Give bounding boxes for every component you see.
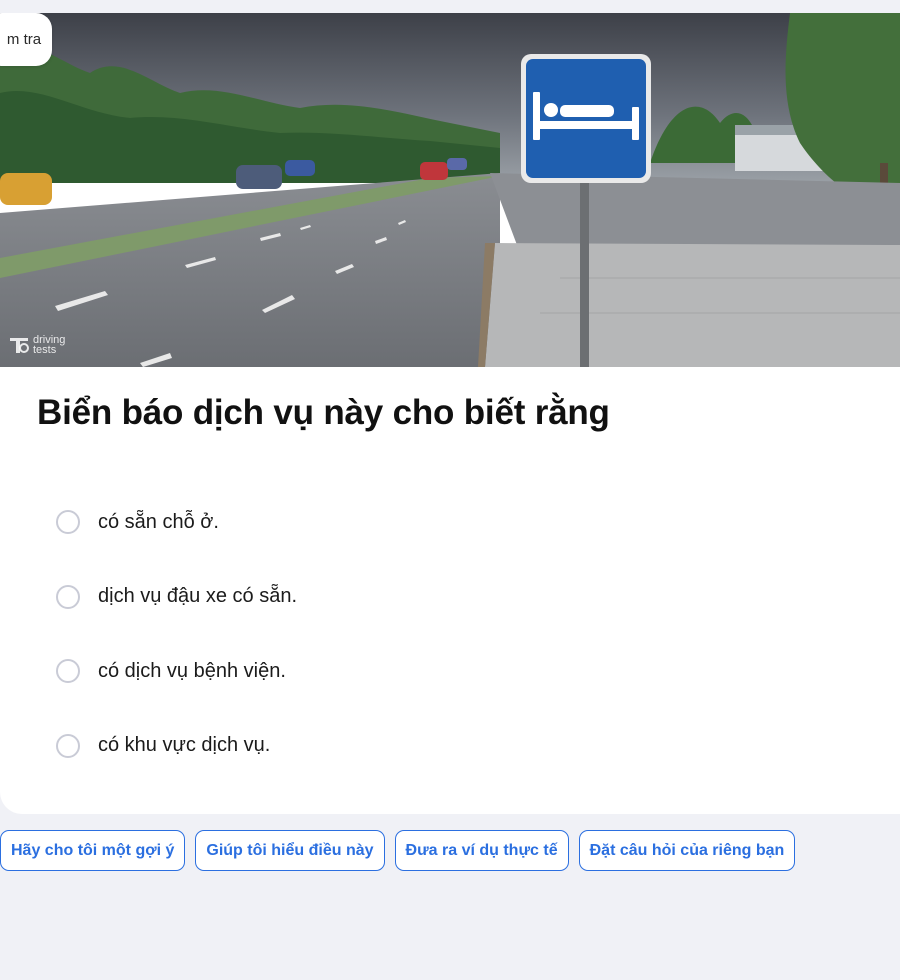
ask-own-question-button[interactable]: Đặt câu hỏi của riêng bạn	[578, 830, 796, 871]
question-image	[0, 13, 900, 367]
section-badge[interactable]: m tra	[0, 13, 52, 66]
real-example-button[interactable]: Đưa ra ví dụ thực tế	[394, 830, 569, 871]
hint-button[interactable]: Hãy cho tôi một gợi ý	[0, 830, 186, 871]
answer-option[interactable]: có dịch vụ bệnh viện.	[56, 655, 297, 687]
question-title: Biển báo dịch vụ này cho biết rằng	[37, 393, 610, 432]
explain-button[interactable]: Giúp tôi hiểu điều này	[195, 830, 385, 871]
radio-button[interactable]	[56, 510, 80, 534]
logo-line-2: tests	[33, 344, 57, 356]
answer-option-label: có sẵn chỗ ở.	[98, 510, 219, 533]
radio-button[interactable]	[56, 733, 80, 758]
answer-option[interactable]: có sẵn chỗ ở.	[56, 506, 297, 538]
answer-options: có sẵn chỗ ở. dịch vụ đậu xe có sẵn. có …	[56, 506, 297, 804]
suggestion-chips: Hãy cho tôi một gợi ý Giúp tôi hiểu điều…	[0, 830, 796, 871]
answer-option[interactable]: có khu vực dịch vụ.	[56, 730, 297, 762]
radio-button[interactable]	[56, 584, 80, 609]
logo-icon	[10, 338, 29, 353]
radio-button[interactable]	[56, 659, 80, 683]
answer-option-label: dịch vụ đậu xe có sẵn.	[98, 585, 298, 607]
answer-option-label: có dịch vụ bệnh viện.	[98, 659, 286, 682]
driving-tests-logo: driving tests	[8, 335, 73, 356]
answer-option-label: có khu vực dịch vụ.	[98, 734, 271, 756]
answer-option[interactable]: dịch vụ đậu xe có sẵn.	[56, 581, 297, 613]
section-badge-label: m tra	[6, 31, 42, 48]
